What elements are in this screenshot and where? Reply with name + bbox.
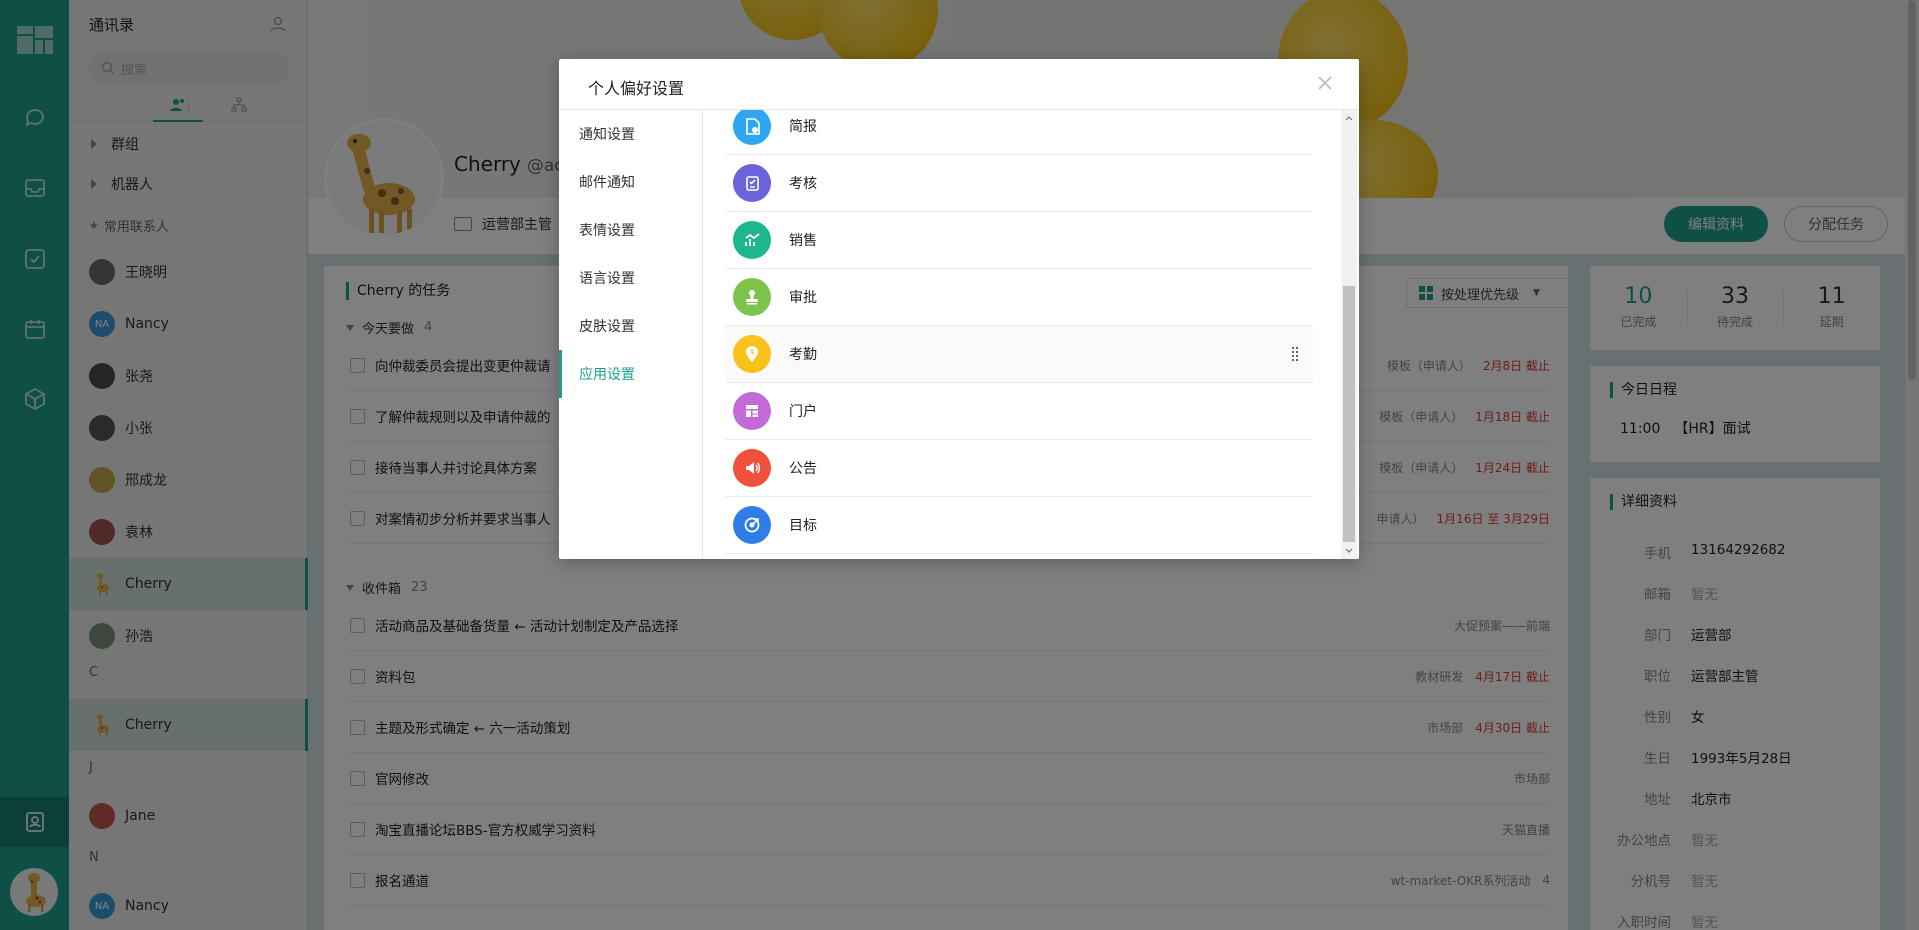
portal-layout-icon	[733, 392, 771, 430]
app-name: 公告	[789, 461, 817, 477]
modal-menu-item[interactable]: 应用设置	[559, 350, 702, 398]
location-clock-icon	[733, 335, 771, 373]
app-setting-row[interactable]: 简报	[725, 110, 1313, 155]
modal-menu-item[interactable]: 通知设置	[559, 110, 702, 158]
preferences-modal: 个人偏好设置 通知设置 邮件通知 表情设置 语言设置 皮肤设置 应用设置 简报考核销售审批…	[559, 59, 1359, 559]
modal-menu-item[interactable]: 皮肤设置	[559, 302, 702, 350]
close-icon[interactable]	[1315, 73, 1335, 93]
report-icon	[733, 110, 771, 145]
modal-scrollbar[interactable]	[1341, 110, 1357, 559]
app-setting-row[interactable]: 销售	[725, 212, 1313, 269]
sales-chart-icon	[733, 221, 771, 259]
target-icon	[733, 506, 771, 544]
drag-handle-icon[interactable]	[1291, 346, 1299, 362]
app-name: 审批	[789, 290, 817, 306]
modal-menu-item[interactable]: 邮件通知	[559, 158, 702, 206]
modal-menu-item[interactable]: 语言设置	[559, 254, 702, 302]
app-name: 目标	[789, 518, 817, 534]
app-setting-row[interactable]: 门户	[725, 383, 1313, 440]
scroll-thumb[interactable]	[1343, 286, 1355, 542]
modal-menu-item[interactable]: 表情设置	[559, 206, 702, 254]
assessment-icon	[733, 164, 771, 202]
announcement-icon	[733, 449, 771, 487]
app-name: 考勤	[789, 347, 817, 363]
app-name: 简报	[789, 119, 817, 135]
app-setting-row[interactable]: 公告	[725, 440, 1313, 497]
modal-sidebar: 通知设置 邮件通知 表情设置 语言设置 皮肤设置 应用设置	[559, 110, 703, 559]
app-settings-list: 简报考核销售审批考勤门户公告目标	[703, 110, 1359, 559]
app-name: 销售	[789, 233, 817, 249]
approval-stamp-icon	[733, 278, 771, 316]
app-setting-row[interactable]: 目标	[725, 497, 1313, 554]
app-setting-row[interactable]: 考核	[725, 155, 1313, 212]
scroll-down-icon[interactable]	[1345, 547, 1353, 555]
app-name: 考核	[789, 176, 817, 192]
app-setting-row[interactable]: 考勤	[725, 326, 1313, 383]
scroll-up-icon[interactable]	[1345, 114, 1353, 122]
modal-title: 个人偏好设置	[588, 79, 685, 98]
app-name: 门户	[789, 404, 817, 420]
app-setting-row[interactable]: 审批	[725, 269, 1313, 326]
